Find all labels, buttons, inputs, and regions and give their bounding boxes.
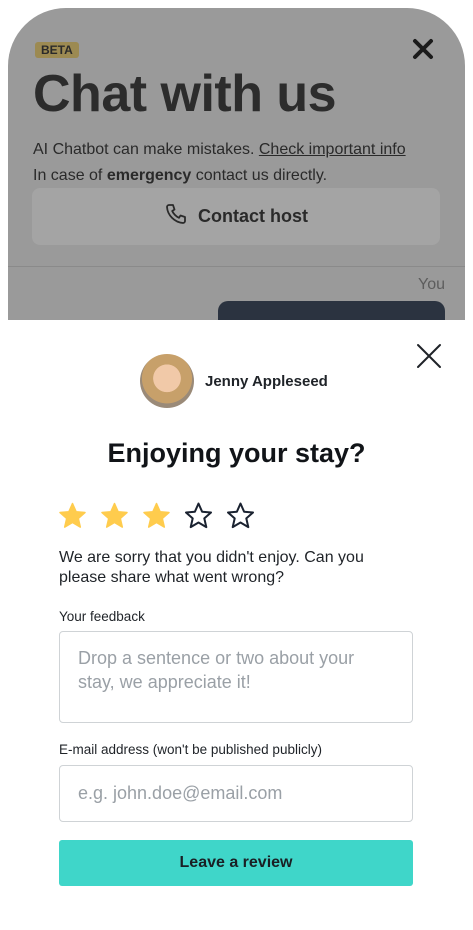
sender-label: You — [418, 276, 445, 293]
phone-icon — [164, 202, 188, 231]
contact-host-label: Contact host — [198, 206, 308, 226]
star-rating[interactable] — [58, 501, 255, 530]
close-icon[interactable] — [414, 341, 444, 371]
star-icon[interactable] — [58, 501, 87, 530]
star-icon[interactable] — [142, 501, 171, 530]
chat-close-icon[interactable] — [410, 36, 436, 62]
chat-title: Chat with us — [33, 65, 337, 123]
important-info-link[interactable]: Check important info — [259, 141, 406, 158]
host-profile: Jenny Appleseed — [140, 354, 328, 408]
feedback-label: Your feedback — [59, 609, 145, 624]
avatar — [140, 354, 194, 408]
leave-review-button[interactable]: Leave a review — [59, 840, 413, 886]
emergency-prefix: In case of — [33, 167, 107, 184]
chat-divider — [8, 266, 465, 267]
chatbot-disclaimer: AI Chatbot can make mistakes. Check impo… — [33, 141, 406, 159]
host-name: Jenny Appleseed — [205, 372, 328, 390]
emergency-suffix: contact us directly. — [191, 167, 328, 184]
star-icon[interactable] — [100, 501, 129, 530]
emergency-notice: In case of emergency contact us directly… — [33, 167, 327, 185]
contact-host-button[interactable]: Contact host — [32, 188, 440, 245]
disclaimer-text: AI Chatbot can make mistakes. — [33, 141, 259, 158]
review-sheet: Jenny Appleseed Enjoying your stay? We a… — [0, 320, 473, 930]
star-icon[interactable] — [226, 501, 255, 530]
email-label: E-mail address (won't be published publi… — [59, 742, 322, 757]
email-field[interactable] — [59, 765, 413, 822]
feedback-input[interactable] — [59, 631, 413, 723]
star-icon[interactable] — [184, 501, 213, 530]
review-question: Enjoying your stay? — [107, 438, 366, 468]
emergency-bold: emergency — [106, 167, 192, 184]
beta-badge: BETA — [35, 42, 79, 58]
sorry-message: We are sorry that you didn't enjoy. Can … — [59, 549, 364, 586]
chat-window-background: BETA Chat with us AI Chatbot can make mi… — [8, 8, 465, 348]
